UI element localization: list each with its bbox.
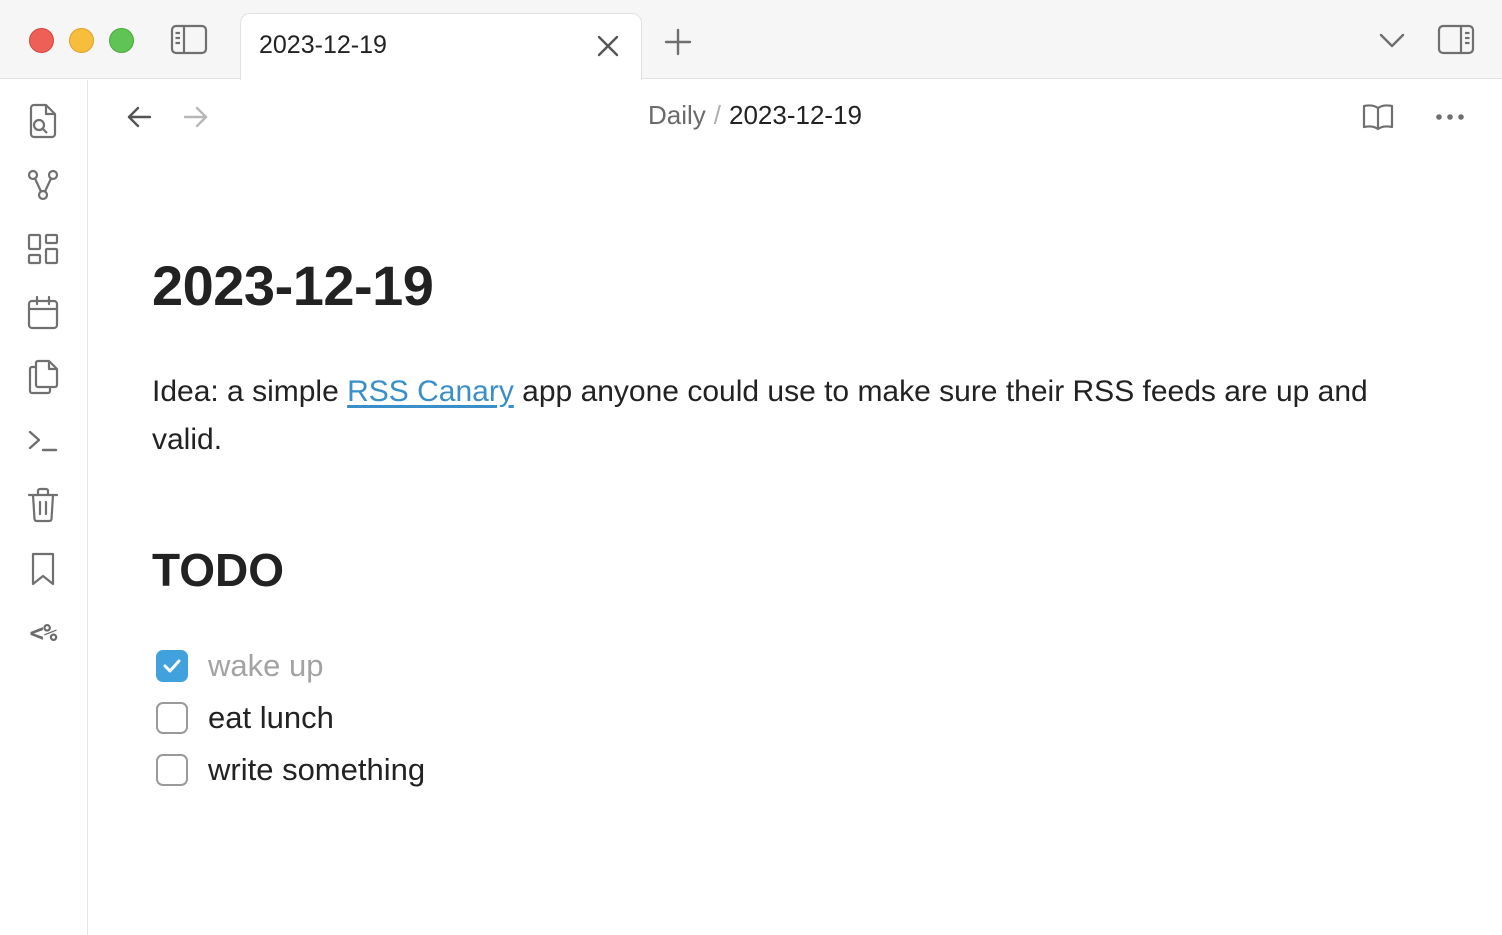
title-bar: 2023-12-19: [0, 0, 1502, 80]
left-sidebar-toggle-icon[interactable]: [170, 24, 208, 56]
todo-checkbox-checked[interactable]: [156, 650, 188, 682]
close-window-button[interactable]: [29, 28, 54, 53]
reading-view-icon[interactable]: [1358, 98, 1398, 136]
todo-list: wake up eat lunch write something: [152, 640, 1402, 796]
todo-text: write something: [208, 752, 426, 787]
left-ribbon: <%: [0, 80, 88, 935]
zoom-window-button[interactable]: [109, 28, 134, 53]
todo-text: eat lunch: [208, 700, 334, 735]
right-sidebar-toggle-icon[interactable]: [1437, 24, 1475, 56]
note-content[interactable]: 2023-12-19 Idea: a simple RSS Canary app…: [152, 250, 1402, 796]
copy-icon[interactable]: [24, 358, 62, 396]
checkmark-icon: [163, 659, 181, 673]
paragraph-text-before: Idea: a simple: [152, 375, 348, 408]
bookmark-icon[interactable]: [24, 550, 62, 588]
new-tab-icon[interactable]: [664, 28, 692, 56]
graph-view-icon[interactable]: [24, 166, 62, 204]
tab-active-note[interactable]: 2023-12-19: [240, 13, 642, 80]
more-options-icon[interactable]: [1430, 98, 1470, 136]
minimize-window-button[interactable]: [69, 28, 94, 53]
todo-item: eat lunch: [152, 692, 1402, 744]
templater-icon[interactable]: <%: [24, 614, 62, 652]
breadcrumb-current[interactable]: 2023-12-19: [729, 100, 862, 130]
note-paragraph: Idea: a simple RSS Canary app anyone cou…: [152, 368, 1397, 464]
rss-canary-link[interactable]: RSS Canary: [347, 375, 514, 408]
trash-icon[interactable]: [24, 486, 62, 524]
chevron-down-icon[interactable]: [1378, 30, 1406, 50]
todo-checkbox[interactable]: [156, 754, 188, 786]
templater-label: <%: [29, 619, 58, 647]
calendar-icon[interactable]: [24, 294, 62, 332]
breadcrumb-separator: /: [713, 100, 722, 130]
todo-checkbox[interactable]: [156, 702, 188, 734]
terminal-icon[interactable]: [24, 422, 62, 460]
tab-title: 2023-12-19: [259, 31, 387, 59]
close-icon[interactable]: [596, 34, 620, 63]
breadcrumb: Daily/2023-12-19: [0, 100, 1502, 131]
todo-item: write something: [152, 744, 1402, 796]
breadcrumb-folder[interactable]: Daily: [648, 100, 706, 130]
todo-heading: TODO: [152, 544, 285, 596]
note-title: 2023-12-19: [152, 254, 434, 317]
dashboard-icon[interactable]: [24, 230, 62, 268]
todo-item: wake up: [152, 640, 1402, 692]
todo-text: wake up: [208, 648, 324, 683]
